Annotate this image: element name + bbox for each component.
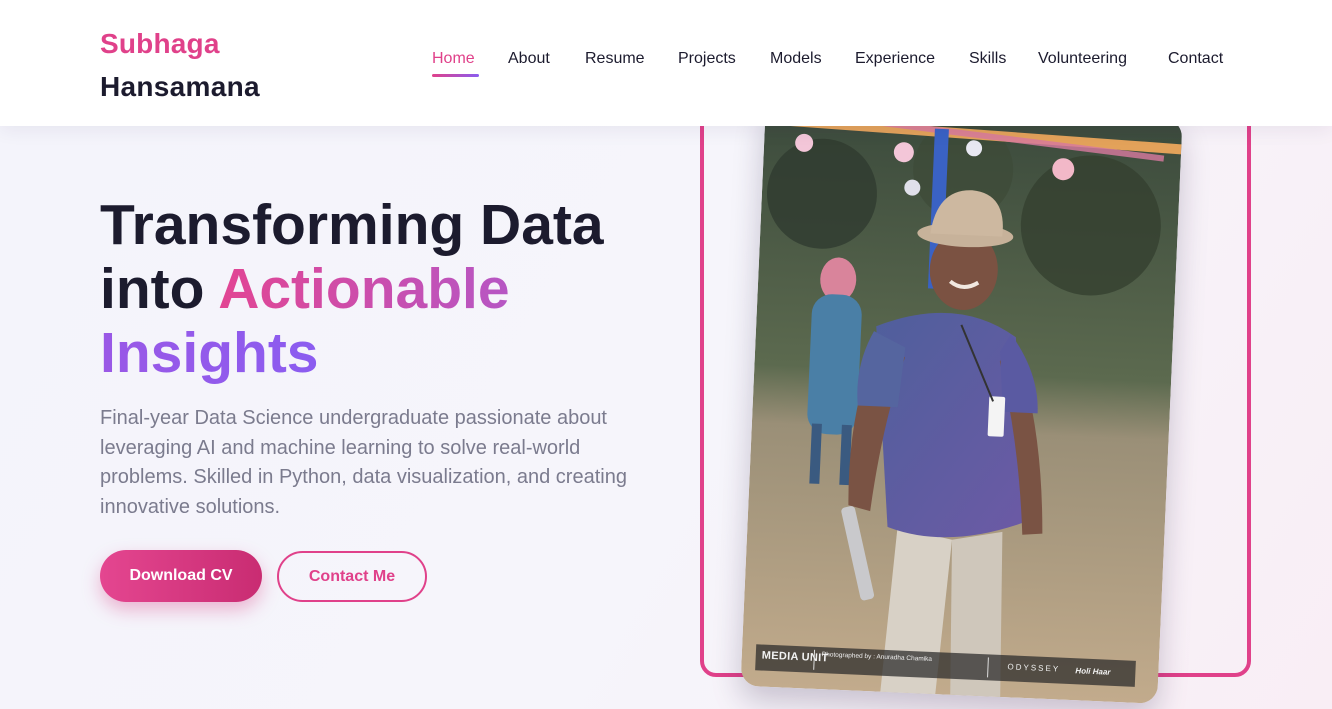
credit-divider bbox=[987, 657, 989, 678]
nav-item-home[interactable]: Home bbox=[432, 50, 475, 68]
credit-brand-odyssey: ODYSSEY bbox=[1007, 662, 1061, 674]
hero-title-line3: Insights bbox=[100, 321, 319, 385]
nav-item-about[interactable]: About bbox=[508, 50, 550, 68]
credit-text: Photographed by : Anuradha Chamika bbox=[821, 651, 933, 663]
nav-item-projects[interactable]: Projects bbox=[678, 50, 736, 68]
credit-brand-holi: Holi Haar bbox=[1075, 666, 1111, 677]
hero-title-highlight: Actionable bbox=[218, 257, 510, 321]
profile-photo: MEDIA UNIT Photographed by : Anuradha Ch… bbox=[740, 101, 1183, 704]
nav-item-resume[interactable]: Resume bbox=[585, 50, 645, 68]
hero-title: Transforming Data into Actionable Insigh… bbox=[100, 193, 700, 385]
profile-photo-illustration bbox=[740, 101, 1183, 704]
nav-item-models[interactable]: Models bbox=[770, 50, 822, 68]
nav-item-experience[interactable]: Experience bbox=[855, 50, 935, 68]
nav-item-skills[interactable]: Skills bbox=[969, 50, 1006, 68]
active-nav-indicator bbox=[432, 74, 479, 77]
hero-description: Final-year Data Science undergraduate pa… bbox=[100, 407, 627, 518]
site-header: Subhaga Hansamana Home About Resume Proj… bbox=[0, 0, 1332, 126]
credit-logo: MEDIA UNIT bbox=[761, 649, 829, 665]
main-nav: Home About Resume Projects Models Experi… bbox=[0, 50, 1332, 80]
hero-title-line1: Transforming Data bbox=[100, 193, 604, 257]
nav-item-volunteering[interactable]: Volunteering bbox=[1038, 50, 1127, 68]
contact-me-button[interactable]: Contact Me bbox=[277, 551, 427, 602]
hero-title-line2-prefix: into bbox=[100, 257, 219, 321]
download-cv-button[interactable]: Download CV bbox=[100, 550, 262, 602]
nav-item-contact[interactable]: Contact bbox=[1168, 50, 1223, 68]
